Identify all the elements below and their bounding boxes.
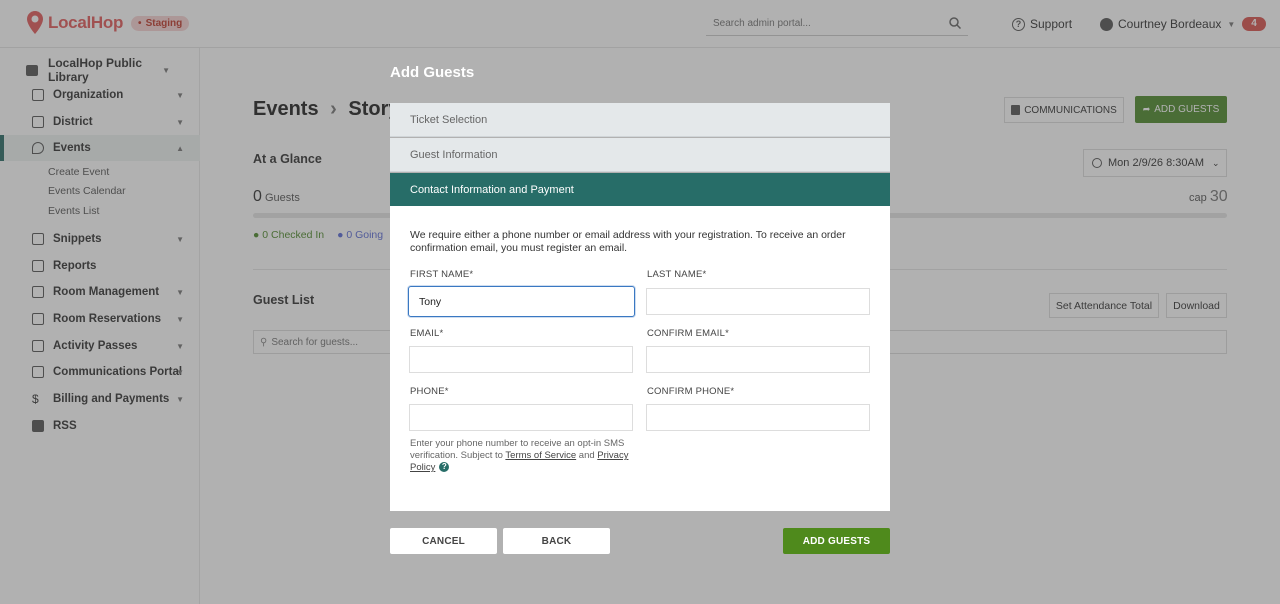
section-guest-information[interactable]: Guest Information bbox=[390, 138, 890, 172]
contact-form-panel: We require either a phone number or emai… bbox=[390, 206, 890, 511]
email-input[interactable] bbox=[409, 346, 633, 373]
section-contact-information-and-payment[interactable]: Contact Information and Payment bbox=[390, 173, 890, 206]
confirm-email-label: CONFIRM EMAIL* bbox=[647, 328, 729, 339]
email-label: EMAIL* bbox=[410, 328, 444, 339]
phone-input[interactable] bbox=[409, 404, 633, 431]
first-name-label: FIRST NAME* bbox=[410, 269, 474, 280]
sms-hint-and: and bbox=[576, 450, 598, 461]
modal-title: Add Guests bbox=[390, 64, 475, 81]
phone-label: PHONE* bbox=[410, 386, 449, 397]
confirm-email-input[interactable] bbox=[646, 346, 870, 373]
last-name-label: LAST NAME* bbox=[647, 269, 707, 280]
cancel-button[interactable]: CANCEL bbox=[390, 528, 497, 554]
back-button[interactable]: BACK bbox=[503, 528, 610, 554]
section-ticket-selection[interactable]: Ticket Selection bbox=[390, 103, 890, 137]
confirm-phone-label: CONFIRM PHONE* bbox=[647, 386, 735, 397]
terms-of-service-link[interactable]: Terms of Service bbox=[505, 450, 576, 461]
last-name-input[interactable] bbox=[646, 288, 870, 315]
confirm-phone-input[interactable] bbox=[646, 404, 870, 431]
sms-hint: Enter your phone number to receive an op… bbox=[410, 438, 630, 474]
first-name-input[interactable] bbox=[408, 286, 635, 317]
add-guests-submit-button[interactable]: ADD GUESTS bbox=[783, 528, 890, 554]
help-circle-icon[interactable]: ? bbox=[439, 462, 450, 473]
form-description: We require either a phone number or emai… bbox=[410, 229, 846, 254]
